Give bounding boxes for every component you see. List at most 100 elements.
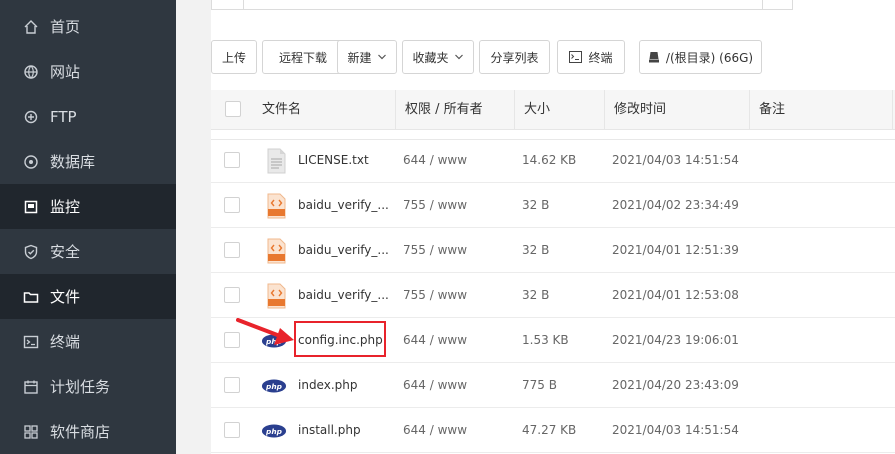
sidebar-item-label: 首页: [50, 18, 81, 36]
html-file-icon: [267, 193, 286, 219]
file-size: 775 B: [522, 378, 557, 392]
column-header-name[interactable]: 文件名: [262, 90, 301, 130]
file-name[interactable]: baidu_verify_...: [298, 273, 389, 318]
file-perm[interactable]: 644 / www: [403, 363, 467, 408]
sidebar-item-ftp[interactable]: FTP: [0, 94, 176, 139]
php-file-icon: php: [261, 379, 287, 393]
share-list-button[interactable]: 分享列表: [479, 40, 550, 74]
sidebar-item-website[interactable]: 网站: [0, 49, 176, 94]
sidebar-item-label: FTP: [50, 107, 77, 126]
column-header-perm[interactable]: 权限 / 所有者: [405, 90, 483, 130]
terminal-icon: [569, 51, 583, 63]
terminal-icon: [23, 334, 39, 350]
row-checkbox[interactable]: [224, 377, 240, 393]
sidebar-item-monitor[interactable]: 监控: [0, 184, 176, 229]
txt-file-icon: [267, 148, 286, 174]
sidebar-item-store[interactable]: 软件商店: [0, 409, 176, 454]
favorites-button[interactable]: 收藏夹: [402, 40, 474, 74]
share-list-label: 分享列表: [490, 50, 539, 65]
ftp-icon: [23, 109, 39, 125]
file-name[interactable]: index.php: [298, 363, 357, 408]
file-mtime: 2021/04/23 19:06:01: [612, 333, 739, 347]
file-mtime: 2021/04/01 12:51:39: [612, 243, 739, 257]
file-table-header: 文件名 权限 / 所有者 大小 修改时间 备注: [211, 90, 895, 130]
file-perm[interactable]: 644 / www: [403, 408, 467, 453]
sidebar-item-label: 监控: [50, 198, 81, 216]
sidebar-item-cron[interactable]: 计划任务: [0, 364, 176, 409]
svg-text:php: php: [265, 427, 283, 436]
column-header-size[interactable]: 大小: [524, 90, 550, 130]
path-bar: [211, 0, 895, 10]
file-mtime: 2021/04/02 23:34:49: [612, 198, 739, 212]
database-icon: [23, 154, 39, 170]
annotation-arrow: [236, 318, 294, 345]
row-checkbox[interactable]: [224, 287, 240, 303]
file-size: 32 B: [522, 243, 550, 257]
file-perm[interactable]: 755 / www: [403, 273, 467, 318]
upload-label: 上传: [221, 50, 246, 65]
terminal-label: 终端: [588, 50, 613, 65]
sidebar-item-label: 文件: [50, 288, 81, 306]
file-mtime: 2021/04/01 12:53:08: [612, 288, 739, 302]
upload-button[interactable]: 上传: [211, 40, 257, 74]
file-mtime: 2021/04/20 23:43:09: [612, 378, 739, 392]
file-perm[interactable]: 644 / www: [403, 318, 467, 363]
row-checkbox[interactable]: [224, 242, 240, 258]
disk-label: /(根目录) (66G): [665, 50, 754, 65]
path-back-button[interactable]: [211, 0, 243, 10]
chevron-down-icon: [454, 52, 464, 62]
php-file-icon: php: [261, 424, 287, 438]
table-row[interactable]: baidu_verify_... 755 / www 32 B 2021/04/…: [211, 273, 895, 318]
path-refresh-button[interactable]: [762, 0, 792, 10]
disk-button[interactable]: /(根目录) (66G): [639, 40, 762, 74]
table-row[interactable]: baidu_verify_... 755 / www 32 B 2021/04/…: [211, 183, 895, 228]
table-row[interactable]: php index.php 644 / www 775 B 2021/04/20…: [211, 363, 895, 408]
annotation-highlight-box: [294, 321, 386, 357]
sidebar-item-home[interactable]: 首页: [0, 4, 176, 49]
file-name[interactable]: baidu_verify_...: [298, 183, 389, 228]
terminal-button[interactable]: 终端: [557, 40, 625, 74]
remote-download-button[interactable]: 远程下载: [262, 40, 344, 74]
column-divider: [395, 90, 396, 130]
file-mtime: 2021/04/03 14:51:54: [612, 153, 739, 167]
svg-text:php: php: [265, 382, 283, 391]
sidebar-item-label: 终端: [50, 333, 81, 351]
favorites-label: 收藏夹: [412, 50, 449, 65]
column-divider: [749, 90, 750, 130]
row-checkbox[interactable]: [224, 422, 240, 438]
disk-icon: [648, 51, 660, 63]
chevron-down-icon: [377, 52, 387, 62]
column-divider: [514, 90, 515, 130]
new-button[interactable]: 新建: [337, 40, 397, 74]
file-perm[interactable]: 755 / www: [403, 228, 467, 273]
shield-icon: [23, 244, 39, 260]
sidebar-item-database[interactable]: 数据库: [0, 139, 176, 184]
file-mtime: 2021/04/03 14:51:54: [612, 423, 739, 437]
sidebar-item-terminal[interactable]: 终端: [0, 319, 176, 364]
sidebar-item-label: 安全: [50, 243, 81, 261]
row-checkbox[interactable]: [224, 197, 240, 213]
file-perm[interactable]: 644 / www: [403, 138, 467, 183]
select-all-checkbox[interactable]: [225, 101, 241, 117]
file-name[interactable]: LICENSE.txt: [298, 138, 369, 183]
file-size: 47.27 KB: [522, 423, 577, 437]
home-icon: [23, 19, 39, 35]
path-input[interactable]: [243, 0, 793, 10]
column-header-mtime[interactable]: 修改时间: [614, 90, 666, 130]
column-divider: [604, 90, 605, 130]
sidebar-item-security[interactable]: 安全: [0, 229, 176, 274]
row-checkbox[interactable]: [224, 152, 240, 168]
table-row[interactable]: php install.php 644 / www 47.27 KB 2021/…: [211, 408, 895, 453]
file-name[interactable]: baidu_verify_...: [298, 228, 389, 273]
file-perm[interactable]: 755 / www: [403, 183, 467, 228]
table-row[interactable]: LICENSE.txt 644 / www 14.62 KB 2021/04/0…: [211, 138, 895, 183]
calendar-icon: [23, 379, 39, 395]
file-size: 32 B: [522, 288, 550, 302]
sidebar-item-label: 计划任务: [50, 378, 111, 396]
sidebar-item-files[interactable]: 文件: [0, 274, 176, 319]
table-row[interactable]: baidu_verify_... 755 / www 32 B 2021/04/…: [211, 228, 895, 273]
globe-icon: [23, 64, 39, 80]
file-name[interactable]: install.php: [298, 408, 361, 453]
html-file-icon: [267, 238, 286, 264]
column-header-note[interactable]: 备注: [759, 90, 785, 130]
